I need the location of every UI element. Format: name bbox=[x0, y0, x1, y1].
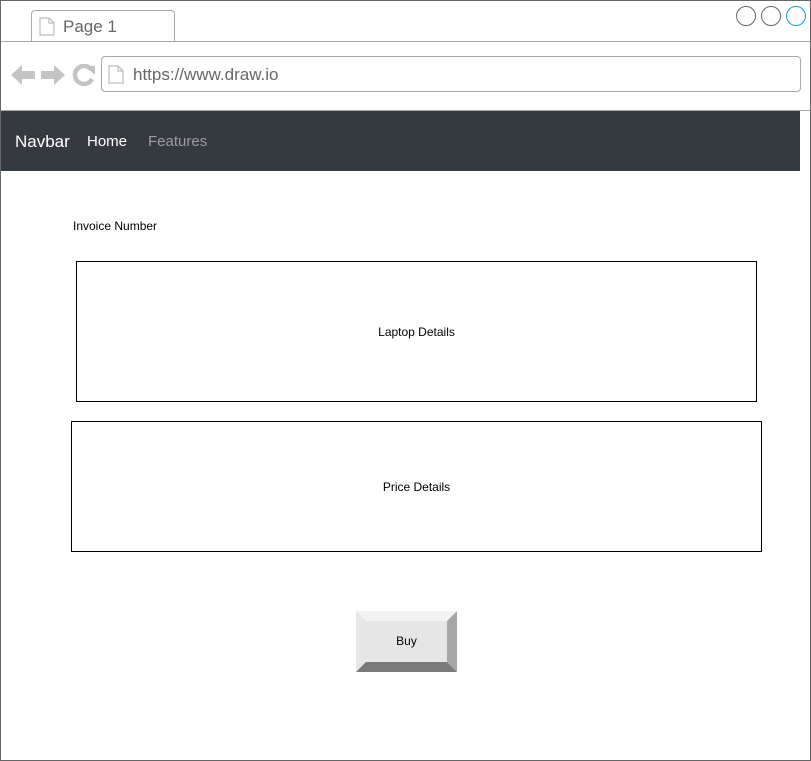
page-icon bbox=[39, 17, 55, 36]
url-text: https://www.draw.io bbox=[133, 65, 279, 84]
nav-link-home[interactable]: Home bbox=[87, 133, 127, 150]
back-arrow-icon[interactable] bbox=[11, 64, 35, 86]
window-close-button[interactable] bbox=[786, 6, 806, 26]
tab-strip: Page 1 bbox=[1, 1, 810, 42]
buy-button[interactable]: Buy bbox=[356, 611, 457, 672]
tab-title: Page 1 bbox=[63, 17, 117, 36]
laptop-details-label: Laptop Details bbox=[378, 324, 455, 339]
nav-link-features[interactable]: Features bbox=[148, 133, 207, 150]
laptop-details-box: Laptop Details bbox=[76, 261, 757, 402]
navbar-brand[interactable]: Navbar bbox=[15, 132, 70, 152]
buy-button-label: Buy bbox=[396, 634, 417, 648]
page-icon bbox=[108, 65, 124, 84]
address-bar-row: https://www.draw.io bbox=[1, 42, 810, 111]
price-details-box: Price Details bbox=[71, 421, 762, 552]
browser-window: Page 1 https://www.draw.io Navbar Home F… bbox=[0, 0, 811, 761]
url-field[interactable]: https://www.draw.io bbox=[101, 56, 801, 92]
window-maximize-button[interactable] bbox=[761, 6, 781, 26]
reload-icon[interactable] bbox=[72, 64, 96, 86]
tab-page-1[interactable]: Page 1 bbox=[31, 10, 175, 41]
price-details-label: Price Details bbox=[382, 479, 451, 494]
forward-arrow-icon[interactable] bbox=[41, 64, 65, 86]
navbar: Navbar Home Features bbox=[1, 111, 800, 171]
invoice-number-label: Invoice Number bbox=[73, 219, 158, 233]
window-minimize-button[interactable] bbox=[736, 6, 756, 26]
